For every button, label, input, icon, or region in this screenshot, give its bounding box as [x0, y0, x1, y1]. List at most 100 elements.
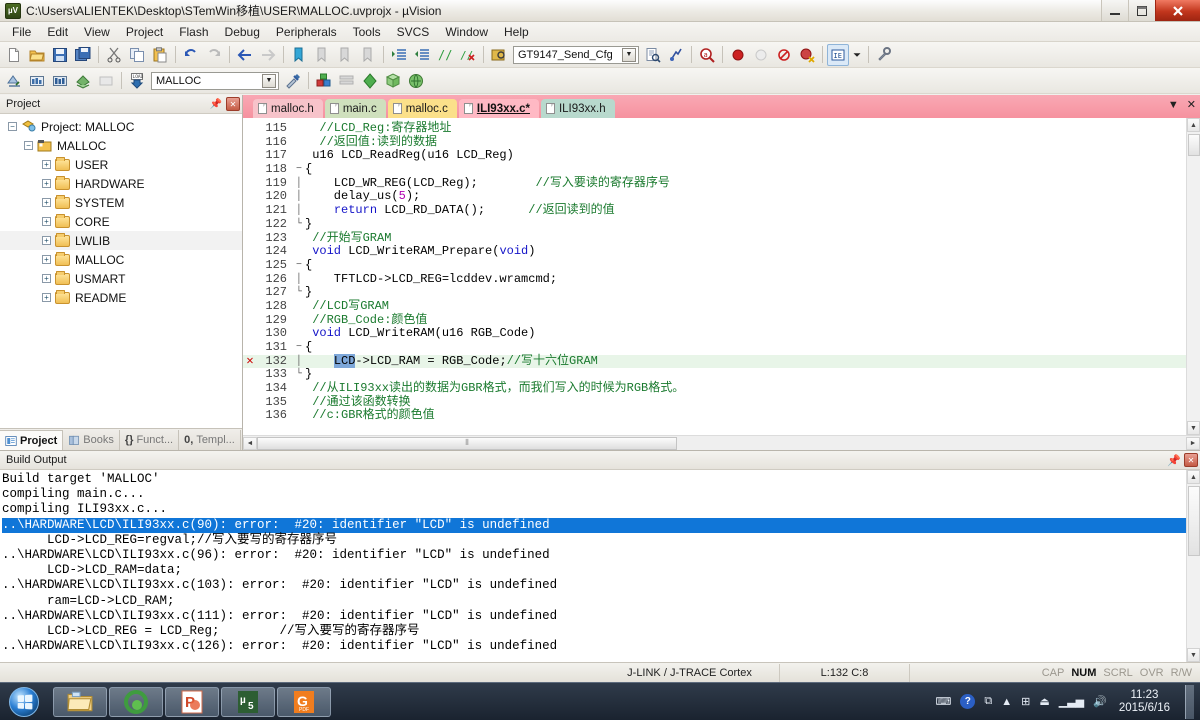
menu-file[interactable]: File [4, 23, 39, 41]
tree-item-readme[interactable]: + README [0, 288, 242, 307]
build-output-line[interactable]: Build target 'MALLOC' [2, 472, 1200, 487]
build-output-line[interactable]: LCD->LCD_REG=regval;//写入要写的寄存器序号 [2, 533, 1200, 548]
tree-item-target-malloc[interactable]: − MALLOC [0, 136, 242, 155]
scroll-right-icon[interactable]: ► [1186, 436, 1200, 450]
editor-tab-ili93xx-c[interactable]: ILI93xx.c* [458, 99, 539, 118]
expander-icon[interactable]: + [42, 160, 51, 169]
tree-item-malloc[interactable]: + MALLOC [0, 250, 242, 269]
close-button[interactable] [1155, 0, 1200, 21]
code-line[interactable]: 117 u16 LCD_ReadReg(u16 LCD_Reg) [243, 149, 1200, 163]
fold-marker-icon[interactable]: │ [293, 273, 305, 287]
tab-project[interactable]: Project [0, 430, 64, 450]
menu-window[interactable]: Window [437, 23, 496, 41]
code-line[interactable]: 126 │ TFTLCD->LCD_REG=lcddev.wramcmd; [243, 272, 1200, 287]
show-desktop-button[interactable] [1185, 684, 1194, 719]
code-line[interactable]: 131−{ [243, 340, 1200, 355]
tree-item-system[interactable]: + SYSTEM [0, 193, 242, 212]
find-in-files-button-icon[interactable] [642, 44, 664, 66]
close-icon[interactable]: ✕ [226, 97, 240, 111]
kill-all-breakpoints-icon[interactable] [773, 44, 795, 66]
signal-icon[interactable]: ▁▃▅ [1059, 695, 1084, 708]
file-explorer-icon[interactable] [53, 686, 107, 717]
debug-dropdown-icon[interactable] [850, 44, 864, 66]
target-options-icon[interactable] [282, 70, 304, 92]
editor-tab-main-c[interactable]: main.c [324, 99, 386, 118]
expander-icon[interactable]: + [42, 274, 51, 283]
build-icon[interactable] [26, 70, 48, 92]
target-select-value[interactable]: MALLOC [156, 75, 262, 87]
fold-marker-icon[interactable]: └ [293, 286, 305, 300]
editor-tab-ili93xx-h[interactable]: ILI93xx.h [540, 99, 615, 118]
code-line[interactable]: 134 //从ILI93xx读出的数据为GBR格式，而我们写入的时候为RGB格式… [243, 381, 1200, 396]
code-line[interactable]: 123 //开始写GRAM [243, 231, 1200, 246]
chevron-down-icon[interactable]: ▼ [1168, 99, 1179, 111]
pin-icon[interactable]: 📌 [1167, 454, 1181, 467]
disable-all-breakpoints-icon[interactable] [796, 44, 818, 66]
fold-marker-icon[interactable]: − [293, 259, 305, 273]
manage-runtime-env-icon[interactable] [359, 70, 381, 92]
fold-marker-icon[interactable]: − [293, 341, 305, 355]
close-icon[interactable]: ✕ [1184, 453, 1198, 467]
code-line[interactable]: 128 //LCD写GRAM [243, 299, 1200, 314]
editor-horizontal-scrollbar[interactable]: ◄ ⦀ ► [243, 435, 1200, 450]
bookmark-toggle-icon[interactable] [288, 44, 310, 66]
code-line[interactable]: 130 void LCD_WriteRAM(u16 RGB_Code) [243, 326, 1200, 341]
code-line[interactable]: 124 void LCD_WriteRAM_Prepare(void) [243, 244, 1200, 259]
network-flyout-icon[interactable]: ⧉ [984, 695, 992, 708]
code-line[interactable]: 136 //c:GBR格式的颜色值 [243, 409, 1200, 423]
menu-tools[interactable]: Tools [345, 23, 389, 41]
expander-icon[interactable]: − [24, 141, 33, 150]
uvision-taskbar-icon[interactable]: µ5 [221, 686, 275, 717]
find-icon[interactable]: a [696, 44, 718, 66]
manage-project-items-icon[interactable] [313, 70, 335, 92]
code-line[interactable]: 129 //RGB_Code:颜色值 [243, 313, 1200, 328]
tree-item-hardware[interactable]: + HARDWARE [0, 174, 242, 193]
scroll-up-icon[interactable]: ▲ [1187, 118, 1200, 132]
scroll-left-icon[interactable]: ◄ [243, 436, 257, 450]
show-hidden-icon[interactable]: ▲ [1001, 696, 1012, 708]
build-vertical-scrollbar[interactable]: ▲ ▼ [1186, 470, 1200, 662]
code-line[interactable]: ✕ 132 │ LCD->LCD_RAM = RGB_Code;//写十六位GRAM [243, 353, 1200, 369]
build-output-line[interactable]: LCD->LCD_REG = LCD_Reg; //写入要写的寄存器序号 [2, 624, 1200, 639]
build-output-line[interactable]: LCD->LCD_RAM=data; [2, 563, 1200, 578]
scroll-down-icon[interactable]: ▼ [1187, 648, 1200, 662]
open-file-icon[interactable] [26, 44, 48, 66]
scroll-up-icon[interactable]: ▲ [1187, 470, 1200, 484]
tree-item-lwlib[interactable]: + LWLIB [0, 231, 242, 250]
build-output-line[interactable]: ..\HARDWARE\LCD\ILI93xx.c(111): error: #… [2, 609, 1200, 624]
build-output-line[interactable]: ..\HARDWARE\LCD\ILI93xx.c(103): error: #… [2, 578, 1200, 593]
download-icon[interactable]: LOAD [126, 70, 148, 92]
menu-project[interactable]: Project [118, 23, 171, 41]
fold-marker-icon[interactable]: │ [293, 177, 305, 191]
editor-tab-malloc-h[interactable]: malloc.h [253, 99, 323, 118]
menu-debug[interactable]: Debug [217, 23, 268, 41]
menu-help[interactable]: Help [496, 23, 537, 41]
find-combo[interactable]: GT9147_Send_Cfg ▼ [513, 45, 639, 64]
expander-icon[interactable]: + [42, 236, 51, 245]
uncomment-icon[interactable]: // [457, 44, 479, 66]
code-lines[interactable]: 115 //LCD_Reg:寄存器地址 116 //返回值:读到的数据 117 u1… [243, 118, 1200, 435]
powerpoint-icon[interactable]: P [165, 686, 219, 717]
pdf-reader-icon[interactable]: G PDF [277, 686, 331, 717]
pack-installer-icon[interactable] [382, 70, 404, 92]
fold-marker-icon[interactable]: └ [293, 218, 305, 232]
build-output-line[interactable]: ..\HARDWARE\LCD\ILI93xx.c(126): error: #… [2, 639, 1200, 654]
green-browser-icon[interactable] [109, 686, 163, 717]
scroll-thumb[interactable] [1188, 134, 1200, 156]
expander-icon[interactable]: + [42, 217, 51, 226]
find-in-files-icon[interactable] [488, 44, 510, 66]
fold-marker-icon[interactable]: │ [293, 355, 305, 369]
code-line[interactable]: 121 │ return LCD_RD_DATA(); //返回读到的值 [243, 203, 1200, 218]
tab-books[interactable]: Books [63, 430, 120, 450]
editor-tab-malloc-c[interactable]: malloc.c [387, 99, 457, 118]
find-next-icon[interactable] [665, 44, 687, 66]
code-view[interactable]: 115 //LCD_Reg:寄存器地址 116 //返回值:读到的数据 117 u1… [243, 118, 1200, 435]
minimize-button[interactable] [1101, 0, 1128, 21]
chevron-down-icon[interactable]: ▼ [622, 47, 636, 62]
new-file-icon[interactable] [3, 44, 25, 66]
build-output-line[interactable]: ..\HARDWARE\LCD\ILI93xx.c(96): error: #2… [2, 548, 1200, 563]
windows-icon[interactable]: ⊞ [1021, 695, 1030, 708]
build-output-line[interactable]: compiling ILI93xx.c... [2, 502, 1200, 517]
code-line[interactable]: 116 //返回值:读到的数据 [243, 135, 1200, 150]
menu-peripherals[interactable]: Peripherals [268, 23, 345, 41]
